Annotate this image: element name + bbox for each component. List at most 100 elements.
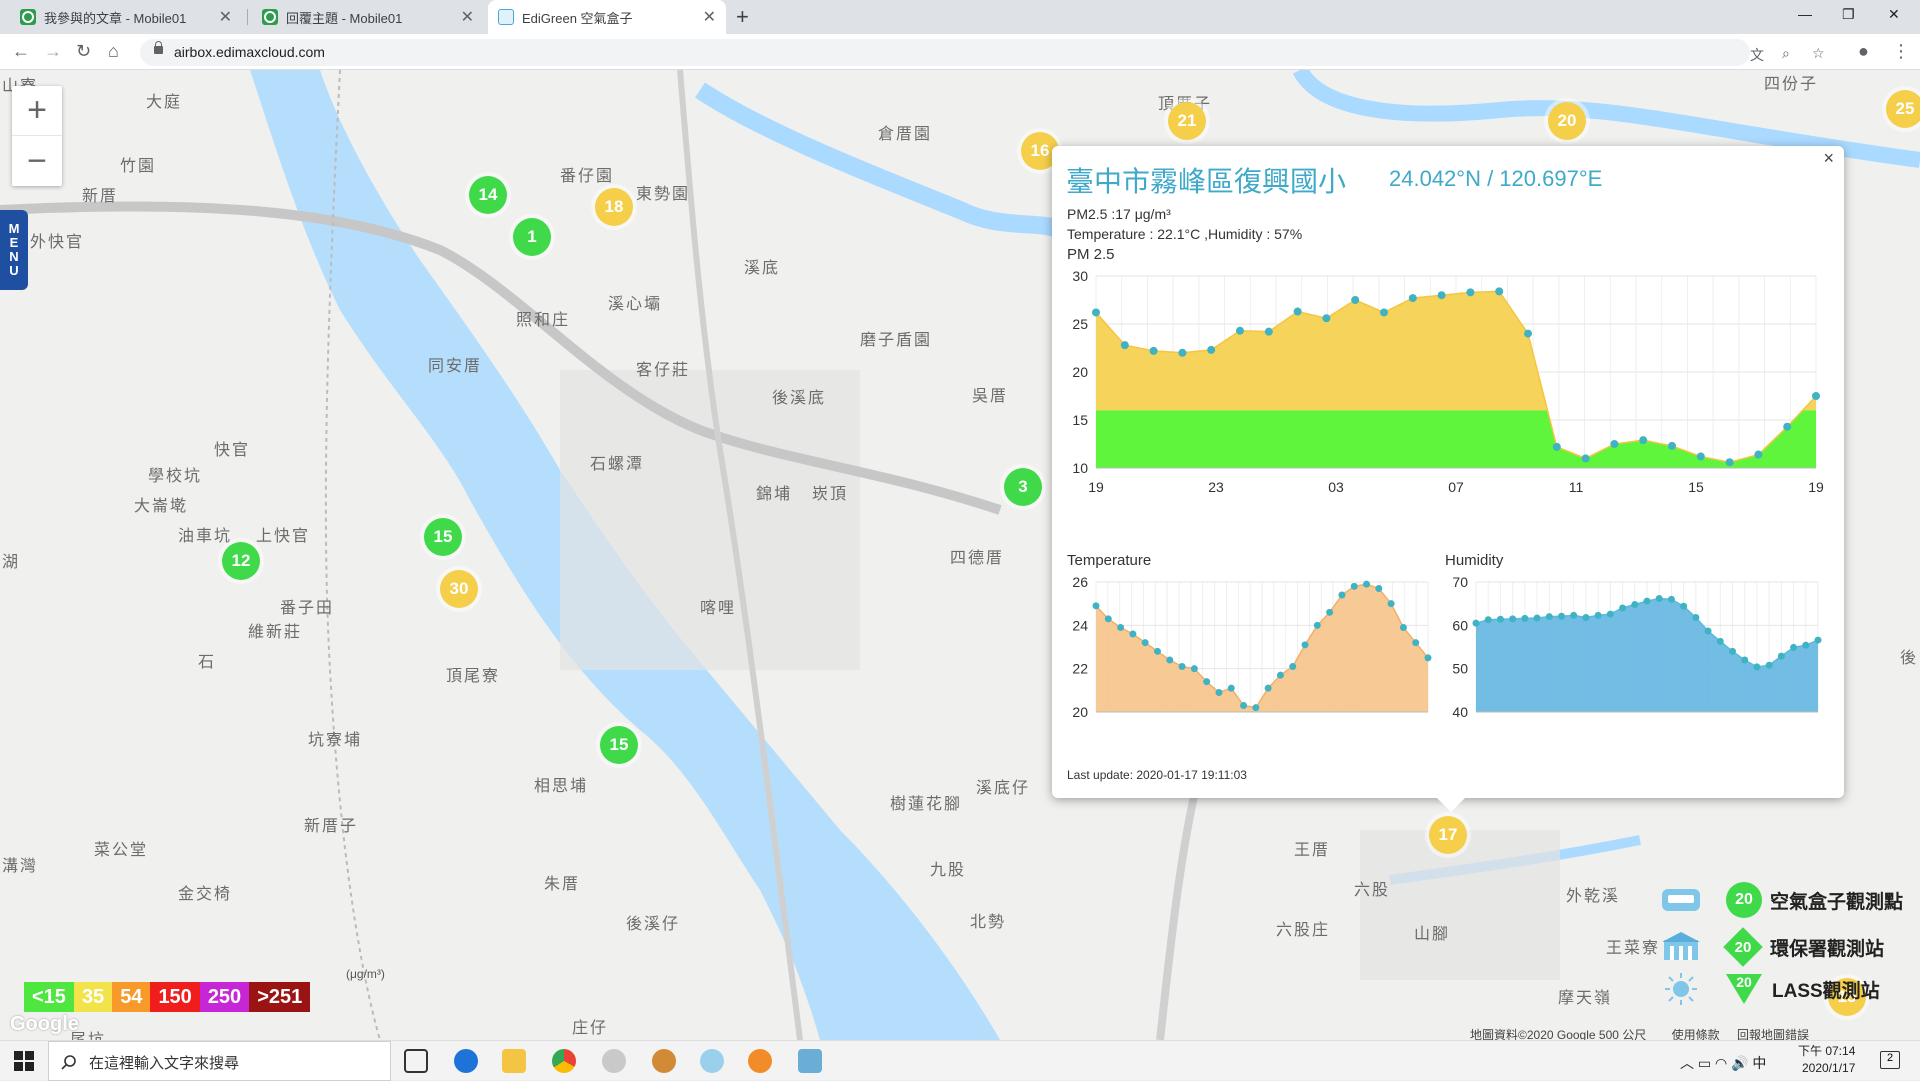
reload-icon[interactable]: ↻: [76, 41, 91, 62]
station-marker[interactable]: 20: [1548, 102, 1586, 140]
pm25-chart: 10 15 20 25 30 19 23 03 07 11 15 19: [1072, 268, 1824, 495]
x-tick-label: 11: [1569, 479, 1584, 495]
data-point: [1338, 591, 1346, 599]
y-tick-label: 26: [1072, 574, 1088, 590]
station-marker[interactable]: 15: [424, 518, 462, 556]
app-icon[interactable]: [798, 1049, 822, 1073]
tab-mobile01-articles[interactable]: 我參與的文章 - Mobile01 ✕: [10, 0, 242, 34]
back-icon[interactable]: ←: [12, 41, 30, 62]
zoom-out-button[interactable]: −: [12, 136, 62, 186]
more-menu-icon[interactable]: ⋮: [1892, 41, 1910, 62]
data-point: [1581, 454, 1590, 463]
popup-close-button[interactable]: ×: [1823, 148, 1834, 169]
close-tab-icon[interactable]: ✕: [461, 7, 474, 27]
tab-title: EdiGreen 空氣盒子: [522, 10, 633, 26]
data-point: [1120, 341, 1129, 350]
place-label: 後溪仔: [626, 916, 681, 933]
place-label: 庄仔: [572, 1020, 609, 1037]
place-label: 溪底仔: [976, 780, 1031, 797]
station-marker[interactable]: 30: [440, 570, 478, 608]
edge-browser-icon[interactable]: [454, 1049, 478, 1073]
place-label: 溪心壩: [608, 296, 663, 313]
place-label: 番仔園: [560, 168, 615, 185]
data-point: [1812, 392, 1820, 400]
station-marker[interactable]: 21: [1168, 102, 1206, 140]
tab-edigreen-airbox[interactable]: EdiGreen 空氣盒子 ✕: [488, 0, 726, 34]
app-icon[interactable]: [652, 1049, 676, 1073]
profile-icon[interactable]: ●: [1858, 41, 1869, 62]
app-icon[interactable]: [700, 1049, 724, 1073]
place-label: 喀哩: [700, 600, 737, 617]
data-point: [1619, 604, 1627, 612]
blender-icon[interactable]: [748, 1049, 772, 1073]
place-label: 六股庄: [1276, 922, 1331, 939]
minimize-icon[interactable]: —: [1798, 6, 1812, 22]
report-error-link[interactable]: 回報地圖錯誤: [1737, 1028, 1809, 1040]
close-tab-icon[interactable]: ✕: [219, 7, 232, 27]
place-label: 照和庄: [516, 312, 571, 329]
station-marker[interactable]: 12: [222, 542, 260, 580]
notification-center-icon[interactable]: 2: [1880, 1051, 1900, 1069]
data-point: [1704, 627, 1712, 635]
x-tick-label: 03: [1328, 479, 1344, 495]
station-marker[interactable]: 15: [600, 726, 638, 764]
place-label: 新厝子: [304, 818, 359, 835]
station-marker[interactable]: 3: [1004, 468, 1042, 506]
legend-level: 250: [199, 982, 250, 1012]
map-canvas[interactable]: 山寮大庭竹園新厝外快官番仔園東勢園照和庄溪心壩溪底客仔莊同安厝快官學校坑大崙墘油…: [0, 70, 1920, 1040]
place-label: 溝灣: [2, 858, 39, 875]
zoom-control: + −: [12, 86, 62, 186]
place-label: 磨子盾園: [860, 332, 933, 349]
y-tick-label: 10: [1072, 460, 1088, 476]
file-explorer-icon[interactable]: [502, 1049, 526, 1073]
data-point: [1293, 307, 1302, 316]
data-point: [1754, 450, 1763, 459]
place-label: 快官: [214, 442, 251, 459]
home-icon[interactable]: ⌂: [108, 41, 119, 62]
station-info-popup: × 臺中市霧峰區復興國小 24.042°N / 120.697°E PM2.5 …: [1052, 146, 1844, 812]
station-marker[interactable]: 1: [513, 218, 551, 256]
close-tab-icon[interactable]: ✕: [703, 7, 716, 27]
new-tab-button[interactable]: +: [736, 4, 749, 30]
place-label: 九股: [930, 862, 967, 879]
taskbar-clock[interactable]: 下午 07:14 2020/1/17: [1798, 1043, 1855, 1077]
station-marker[interactable]: 18: [595, 188, 633, 226]
y-tick-label: 15: [1072, 412, 1088, 428]
task-view-icon[interactable]: [404, 1049, 428, 1073]
terms-link[interactable]: 使用條款: [1672, 1028, 1720, 1040]
translate-icon[interactable]: 文: [1750, 45, 1764, 65]
data-point: [1375, 585, 1383, 592]
data-point: [1227, 684, 1235, 692]
windows-taskbar: 在這裡輸入文字來搜尋 ︿ ▭ ◠ 🔊 中 下午 07:14 2020/1/17 …: [0, 1040, 1920, 1081]
station-marker[interactable]: 25: [1886, 90, 1920, 128]
data-point: [1521, 614, 1529, 622]
x-tick-label: 19: [1808, 479, 1824, 495]
data-point: [1753, 663, 1761, 671]
system-tray-icons[interactable]: ︿ ▭ ◠ 🔊 中: [1680, 1053, 1766, 1073]
zoom-in-button[interactable]: +: [12, 86, 62, 136]
bookmark-star-icon[interactable]: ☆: [1812, 45, 1825, 62]
last-update: Last update: 2020-01-17 19:11:03: [1067, 768, 1247, 782]
y-tick-label: 60: [1452, 617, 1468, 633]
close-window-icon[interactable]: ✕: [1888, 6, 1900, 23]
data-point: [1252, 704, 1260, 712]
data-point: [1399, 624, 1407, 631]
windows-start-icon[interactable]: [14, 1051, 34, 1071]
data-point: [1350, 582, 1358, 590]
tab-mobile01-reply[interactable]: 回覆主題 - Mobile01 ✕: [252, 0, 484, 34]
y-tick-label: 20: [1072, 704, 1088, 720]
taskbar-search-box[interactable]: 在這裡輸入文字來搜尋: [48, 1041, 391, 1081]
place-label: 外乾溪: [1566, 888, 1621, 905]
restore-icon[interactable]: ❐: [1842, 6, 1855, 23]
chrome-icon[interactable]: [552, 1049, 576, 1073]
place-label: 樹蓮花腳: [890, 796, 963, 813]
menu-button[interactable]: MENU: [0, 210, 28, 290]
zoom-icon[interactable]: ⌕: [1782, 45, 1790, 62]
address-bar[interactable]: airbox.edimaxcloud.com 文 ⌕ ☆: [140, 39, 1825, 66]
station-marker[interactable]: 14: [469, 176, 507, 214]
place-label: 四份子: [1764, 76, 1819, 93]
forward-icon[interactable]: →: [44, 41, 62, 62]
app-icon[interactable]: [602, 1049, 626, 1073]
data-point: [1207, 345, 1216, 354]
data-point: [1424, 654, 1432, 662]
